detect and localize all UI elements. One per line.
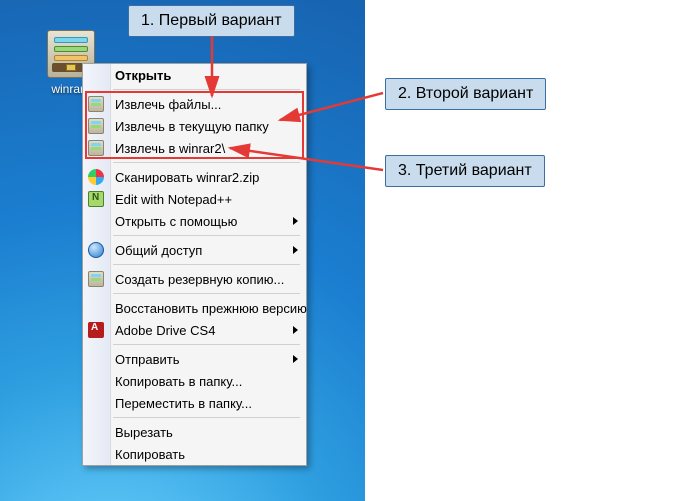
share-icon [88,242,104,258]
archive-icon [88,271,104,287]
menu-item-label: Переместить в папку... [115,396,252,411]
chevron-right-icon [293,355,298,363]
menu-item-label: Копировать [115,447,185,462]
menu-item-create-backup[interactable]: Создать резервную копию... [83,268,306,290]
menu-item-open-with[interactable]: Открыть с помощью [83,210,306,232]
callout-label: 3. Третий вариант [398,162,532,179]
menu-item-label: Сканировать winrar2.zip [115,170,259,185]
context-menu: Открыть Извлечь файлы... Извлечь в текущ… [82,63,307,466]
callout-1: 1. Первый вариант [128,5,295,37]
menu-item-extract-files[interactable]: Извлечь файлы... [83,93,306,115]
menu-item-label: Вырезать [115,425,173,440]
menu-item-label: Открыть с помощью [115,214,237,229]
menu-item-copy-to-folder[interactable]: Копировать в папку... [83,370,306,392]
menu-item-copy[interactable]: Копировать [83,443,306,465]
menu-item-edit-npp[interactable]: Edit with Notepad++ [83,188,306,210]
separator [113,264,300,265]
menu-item-label: Создать резервную копию... [115,272,284,287]
menu-item-adobe-drive[interactable]: Adobe Drive CS4 [83,319,306,341]
callout-3: 3. Третий вариант [385,155,545,187]
menu-item-label: Извлечь в текущую папку [115,119,269,134]
adobe-icon [88,322,104,338]
stage: winrar2 Открыть Извлечь файлы... Извлечь… [0,0,690,501]
menu-item-label: Копировать в папку... [115,374,242,389]
callout-label: 2. Второй вариант [398,85,533,102]
menu-item-label: Adobe Drive CS4 [115,323,215,338]
menu-item-share[interactable]: Общий доступ [83,239,306,261]
callout-label: 1. Первый вариант [141,12,282,29]
separator [113,293,300,294]
menu-item-cut[interactable]: Вырезать [83,421,306,443]
menu-item-send-to[interactable]: Отправить [83,348,306,370]
menu-item-label: Edit with Notepad++ [115,192,232,207]
archive-icon [88,140,104,156]
chevron-right-icon [293,326,298,334]
separator [113,417,300,418]
menu-item-label: Извлечь файлы... [115,97,221,112]
menu-item-scan[interactable]: Сканировать winrar2.zip [83,166,306,188]
chevron-right-icon [293,217,298,225]
menu-item-extract-to-folder[interactable]: Извлечь в winrar2\ [83,137,306,159]
chevron-right-icon [293,246,298,254]
menu-item-restore-prev[interactable]: Восстановить прежнюю версию [83,297,306,319]
menu-item-label: Отправить [115,352,179,367]
menu-item-extract-here[interactable]: Извлечь в текущую папку [83,115,306,137]
menu-item-open[interactable]: Открыть [83,64,306,86]
scan-icon [88,169,104,185]
menu-item-move-to-folder[interactable]: Переместить в папку... [83,392,306,414]
menu-item-label: Открыть [115,68,171,83]
separator [113,89,300,90]
callout-2: 2. Второй вариант [385,78,546,110]
notepadpp-icon [88,191,104,207]
menu-item-label: Восстановить прежнюю версию [115,301,307,316]
separator [113,235,300,236]
desktop-area: winrar2 Открыть Извлечь файлы... Извлечь… [0,0,365,501]
separator [113,162,300,163]
menu-item-label: Извлечь в winrar2\ [115,141,225,156]
archive-icon [88,118,104,134]
menu-item-label: Общий доступ [115,243,202,258]
archive-icon [88,96,104,112]
separator [113,344,300,345]
